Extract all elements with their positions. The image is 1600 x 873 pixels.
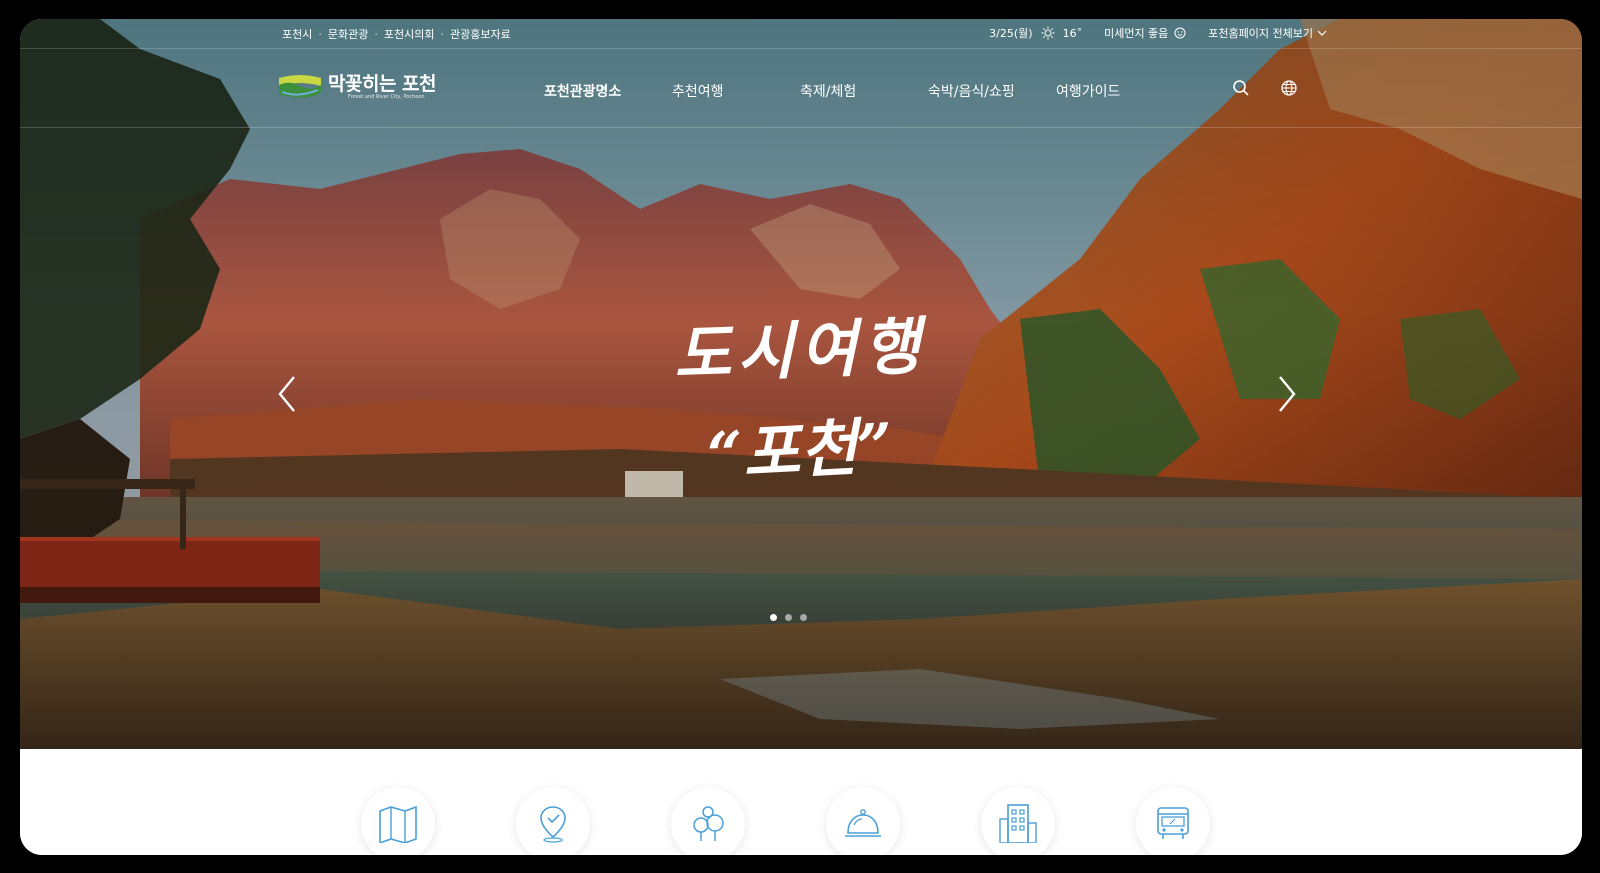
logo-mark-icon [279, 75, 321, 98]
separator-dot: · [440, 27, 444, 41]
main-navigation: 막꽃히는 포천 Forest and River City, Pocheon 포… [20, 49, 1582, 128]
fine-dust-status: 미세먼지 좋음 [1104, 25, 1186, 41]
logo-text: 막꽃히는 포천 Forest and River City, Pocheon [328, 72, 437, 101]
slide-dot-3[interactable] [800, 614, 807, 621]
menu-travel-guide[interactable]: 여행가이드 [1056, 81, 1184, 101]
logo-title: 막꽃히는 포천 [328, 72, 437, 95]
all-sites-dropdown[interactable]: 포천홈페이지 전체보기 [1208, 25, 1327, 41]
browser-screen: 포천시 · 문화관광 · 포천시의회 · 관광홍보자료 3/25(월) 16˚ [20, 19, 1582, 855]
food-dome-icon [845, 809, 881, 837]
utility-links: 포천시 · 문화관광 · 포천시의회 · 관광홍보자료 [282, 26, 511, 42]
map-icon [379, 805, 417, 843]
slide-prev-arrow-icon[interactable] [274, 374, 300, 414]
hero-title-line1: 도시여행 [672, 309, 928, 392]
location-icon [540, 806, 566, 843]
menu-stay-food-shopping[interactable]: 숙박/음식/쇼핑 [928, 81, 1056, 101]
quick-nature-button[interactable] [671, 787, 745, 855]
device-frame: 포천시 · 문화관광 · 포천시의회 · 관광홍보자료 3/25(월) 16˚ [0, 0, 1600, 873]
site-logo[interactable]: 막꽃히는 포천 Forest and River City, Pocheon [278, 72, 437, 102]
gnb-menu: 포천관광명소 추천여행 축제/체험 숙박/음식/쇼핑 여행가이드 [544, 81, 1184, 101]
link-city-council[interactable]: 포천시의회 [384, 26, 435, 42]
quick-location-button[interactable] [516, 787, 590, 855]
quick-food-button[interactable] [826, 787, 900, 855]
utility-bar: 포천시 · 문화관광 · 포천시의회 · 관광홍보자료 3/25(월) 16˚ [20, 19, 1582, 49]
hero-slider: 포천시 · 문화관광 · 포천시의회 · 관광홍보자료 3/25(월) 16˚ [20, 19, 1582, 749]
smile-icon [1174, 27, 1186, 39]
quick-transport-button[interactable] [1136, 787, 1210, 855]
link-pocheon-city[interactable]: 포천시 [282, 26, 312, 42]
all-sites-label: 포천홈페이지 전체보기 [1208, 27, 1313, 40]
weather-date: 3/25(월) [989, 27, 1033, 40]
weather-temp: 16˚ [1062, 26, 1083, 40]
link-culture-tourism[interactable]: 문화관광 [328, 26, 368, 42]
hero-caption: 도시여행 “포천” [620, 310, 980, 492]
slide-next-arrow-icon[interactable] [1274, 374, 1300, 414]
hero-title-line2: “포천” [705, 409, 895, 492]
utility-right: 3/25(월) 16˚ 미세먼지 좋음 포천홈페이지 전체보기 [989, 25, 1327, 41]
fine-dust-label: 미세먼지 좋음 [1104, 27, 1169, 40]
weather-widget: 3/25(월) 16˚ [989, 25, 1082, 41]
bus-icon [1157, 807, 1189, 839]
sun-icon [1041, 26, 1055, 40]
header-tools [1232, 79, 1298, 97]
slide-dot-2[interactable] [785, 614, 792, 621]
menu-festivals[interactable]: 축제/체험 [800, 81, 928, 101]
slide-pagination [770, 614, 807, 621]
menu-recommended-trips[interactable]: 추천여행 [672, 81, 800, 101]
quick-lodging-button[interactable] [981, 787, 1055, 855]
link-promo-materials[interactable]: 관광홍보자료 [450, 26, 511, 42]
logo-subtitle: Forest and River City, Pocheon [348, 93, 425, 100]
search-icon[interactable] [1232, 79, 1250, 97]
slide-dot-1[interactable] [770, 614, 777, 621]
menu-attractions[interactable]: 포천관광명소 [544, 81, 672, 101]
separator-dot: · [374, 27, 378, 41]
globe-icon[interactable] [1280, 79, 1298, 97]
separator-dot: · [318, 27, 322, 41]
chevron-down-icon [1317, 30, 1327, 36]
trees-icon [693, 806, 724, 841]
quick-map-button[interactable] [361, 787, 435, 855]
building-icon [999, 804, 1037, 843]
quick-menu [20, 749, 1582, 855]
